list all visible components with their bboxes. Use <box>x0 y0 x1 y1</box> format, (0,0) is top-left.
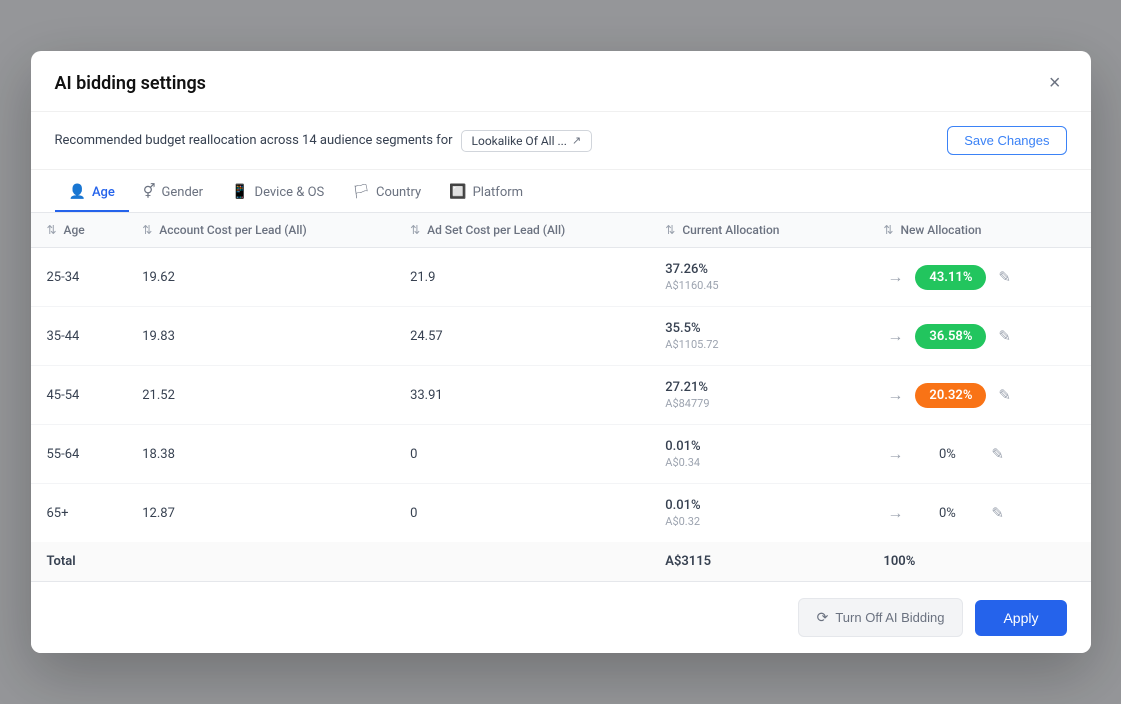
cell-adset-cost-1: 24.57 <box>394 307 649 366</box>
recommendation-text: Recommended budget reallocation across 1… <box>55 133 453 148</box>
turn-off-label: Turn Off AI Bidding <box>835 610 944 625</box>
sort-icon-current: ⇅ <box>665 223 675 237</box>
edit-icon-0[interactable]: ✎ <box>994 266 1015 288</box>
table-header-row: ⇅ Age ⇅ Account Cost per Lead (All) ⇅ Ad… <box>31 213 1091 248</box>
table-row: 35-44 19.83 24.57 35.5% A$1105.72 → 36.5… <box>31 307 1091 366</box>
edit-icon-2[interactable]: ✎ <box>994 384 1015 406</box>
cell-age-1: 35-44 <box>31 307 127 366</box>
edit-icon-4[interactable]: ✎ <box>987 502 1008 524</box>
tabs-bar: 👤 Age ⚥ Gender 📱 Device & OS 🏳 Country 🔲… <box>31 174 1091 213</box>
cell-age-0: 25-34 <box>31 248 127 307</box>
cell-age-2: 45-54 <box>31 366 127 425</box>
gender-tab-icon: ⚥ <box>143 184 156 200</box>
modal-overlay: AI bidding settings × Recommended budget… <box>0 0 1121 704</box>
table-row: 25-34 19.62 21.9 37.26% A$1160.45 → 43.1… <box>31 248 1091 307</box>
campaign-link[interactable]: Lookalike Of All ... ↗ <box>461 130 593 152</box>
edit-icon-1[interactable]: ✎ <box>994 325 1015 347</box>
device-tab-icon: 📱 <box>231 184 248 200</box>
tab-platform[interactable]: 🔲 Platform <box>435 174 537 212</box>
modal-footer: ⟳ Turn Off AI Bidding Apply <box>31 581 1091 653</box>
cell-new-alloc-4: → 0% ✎ <box>867 484 1090 543</box>
apply-button[interactable]: Apply <box>975 600 1066 636</box>
modal-header: AI bidding settings × <box>31 51 1091 112</box>
modal-title: AI bidding settings <box>55 73 206 94</box>
col-current-alloc[interactable]: ⇅ Current Allocation <box>649 213 867 248</box>
tab-country[interactable]: 🏳 Country <box>338 174 435 212</box>
country-tab-icon: 🏳 <box>352 184 370 200</box>
cell-current-alloc-4: 0.01% A$0.32 <box>649 484 867 543</box>
cell-new-alloc-0: → 43.11% ✎ <box>867 248 1090 307</box>
sort-icon-account: ⇅ <box>142 223 152 237</box>
total-current: A$3115 <box>649 542 867 581</box>
cell-new-alloc-3: → 0% ✎ <box>867 425 1090 484</box>
sort-icon-adset: ⇅ <box>410 223 420 237</box>
cell-new-alloc-1: → 36.58% ✎ <box>867 307 1090 366</box>
cell-account-cost-1: 19.83 <box>126 307 394 366</box>
cell-current-alloc-2: 27.21% A$84779 <box>649 366 867 425</box>
col-new-alloc[interactable]: ⇅ New Allocation <box>867 213 1090 248</box>
sort-icon-new: ⇅ <box>883 223 893 237</box>
total-label: Total <box>31 542 127 581</box>
sort-icon-age: ⇅ <box>47 223 57 237</box>
campaign-name: Lookalike Of All ... <box>472 134 567 148</box>
cell-adset-cost-2: 33.91 <box>394 366 649 425</box>
cell-current-alloc-0: 37.26% A$1160.45 <box>649 248 867 307</box>
tab-platform-label: Platform <box>473 185 523 200</box>
tab-age[interactable]: 👤 Age <box>55 174 129 212</box>
turn-off-button[interactable]: ⟳ Turn Off AI Bidding <box>798 598 964 637</box>
cell-account-cost-4: 12.87 <box>126 484 394 543</box>
save-changes-button[interactable]: Save Changes <box>947 126 1066 155</box>
cell-new-alloc-2: → 20.32% ✎ <box>867 366 1090 425</box>
table-row: 45-54 21.52 33.91 27.21% A$84779 → 20.32… <box>31 366 1091 425</box>
total-account-cost <box>126 542 394 581</box>
spinner-icon: ⟳ <box>817 609 829 626</box>
tab-country-label: Country <box>376 185 421 200</box>
cell-current-alloc-3: 0.01% A$0.34 <box>649 425 867 484</box>
cell-age-3: 55-64 <box>31 425 127 484</box>
cell-current-alloc-1: 35.5% A$1105.72 <box>649 307 867 366</box>
total-adset-cost <box>394 542 649 581</box>
new-alloc-badge-2: 20.32% <box>915 383 986 408</box>
new-alloc-badge-1: 36.58% <box>915 324 986 349</box>
ai-bidding-modal: AI bidding settings × Recommended budget… <box>31 51 1091 653</box>
total-new: 100% <box>867 542 1090 581</box>
cell-account-cost-0: 19.62 <box>126 248 394 307</box>
modal-subheader: Recommended budget reallocation across 1… <box>31 112 1091 170</box>
cell-adset-cost-0: 21.9 <box>394 248 649 307</box>
arrow-icon-1: → <box>883 326 907 346</box>
platform-tab-icon: 🔲 <box>449 184 466 200</box>
arrow-icon-3: → <box>883 444 907 464</box>
tab-device-os[interactable]: 📱 Device & OS <box>217 174 338 212</box>
table-row: 65+ 12.87 0 0.01% A$0.32 → 0% ✎ <box>31 484 1091 543</box>
new-alloc-badge-0: 43.11% <box>915 265 986 290</box>
col-age[interactable]: ⇅ Age <box>31 213 127 248</box>
arrow-icon-0: → <box>883 267 907 287</box>
new-alloc-badge-3: 0% <box>915 442 979 467</box>
arrow-icon-2: → <box>883 385 907 405</box>
subheader-left: Recommended budget reallocation across 1… <box>55 130 593 152</box>
external-link-icon: ↗ <box>572 134 581 147</box>
tab-gender-label: Gender <box>162 185 204 200</box>
tab-age-label: Age <box>92 185 115 200</box>
edit-icon-3[interactable]: ✎ <box>987 443 1008 465</box>
arrow-icon-4: → <box>883 503 907 523</box>
cell-age-4: 65+ <box>31 484 127 543</box>
cell-account-cost-2: 21.52 <box>126 366 394 425</box>
age-tab-icon: 👤 <box>69 184 86 200</box>
allocation-table: ⇅ Age ⇅ Account Cost per Lead (All) ⇅ Ad… <box>31 213 1091 581</box>
total-row: Total A$3115 100% <box>31 542 1091 581</box>
new-alloc-badge-4: 0% <box>915 501 979 526</box>
col-account-cost[interactable]: ⇅ Account Cost per Lead (All) <box>126 213 394 248</box>
close-button[interactable]: × <box>1043 71 1067 95</box>
tab-gender[interactable]: ⚥ Gender <box>129 174 217 212</box>
cell-account-cost-3: 18.38 <box>126 425 394 484</box>
cell-adset-cost-3: 0 <box>394 425 649 484</box>
tab-device-label: Device & OS <box>255 185 325 200</box>
table-row: 55-64 18.38 0 0.01% A$0.34 → 0% ✎ <box>31 425 1091 484</box>
cell-adset-cost-4: 0 <box>394 484 649 543</box>
data-table-container: ⇅ Age ⇅ Account Cost per Lead (All) ⇅ Ad… <box>31 213 1091 581</box>
col-adset-cost[interactable]: ⇅ Ad Set Cost per Lead (All) <box>394 213 649 248</box>
